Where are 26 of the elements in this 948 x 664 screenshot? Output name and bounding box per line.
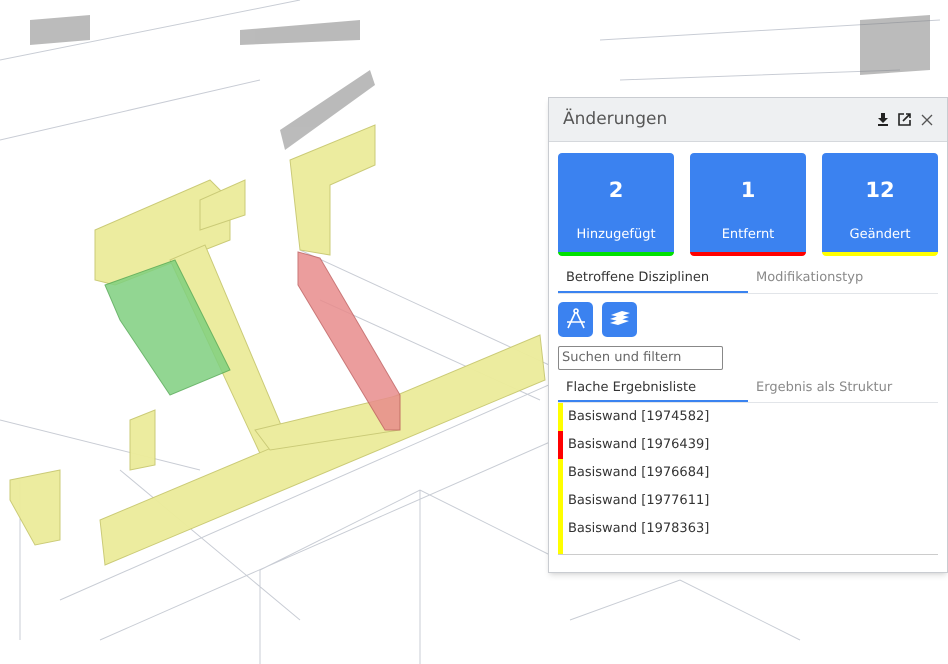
summary-card[interactable]: 2 Hinzugefügt [558, 153, 674, 256]
summary-card[interactable]: 1 Entfernt [690, 153, 806, 256]
result-item[interactable]: Basiswand [1974582] [568, 407, 710, 427]
count-value: 12 [865, 177, 895, 204]
tab[interactable]: Modifikationstyp [748, 268, 938, 292]
count-value: 2 [608, 177, 624, 204]
summary-card[interactable]: 12 Geändert [822, 153, 938, 256]
search-field[interactable]: Suchen und filtern [558, 346, 723, 370]
result-item[interactable]: Basiswand [1976684] [568, 463, 710, 483]
discipline-button[interactable] [558, 302, 593, 336]
tab[interactable]: Flache Ergebnisliste [558, 378, 748, 402]
tab[interactable]: Ergebnis als Struktur [748, 378, 938, 402]
card-label: Entfernt [722, 226, 774, 244]
count-value: 1 [740, 177, 756, 204]
card-label: Geändert [850, 226, 910, 244]
result-item[interactable]: Basiswand [1977611] [568, 491, 710, 511]
panel-title: Änderungen [563, 108, 668, 131]
card-label: Hinzugefügt [576, 226, 656, 244]
download-icon[interactable] [878, 113, 888, 126]
tab[interactable]: Betroffene Disziplinen [558, 268, 748, 292]
pop-out-icon[interactable] [898, 113, 911, 126]
result-item[interactable]: Basiswand [1978363] [568, 519, 710, 539]
result-item[interactable]: Basiswand [1976439] [568, 435, 710, 455]
compass-icon [564, 307, 586, 331]
discipline-button[interactable] [602, 302, 637, 336]
close-icon[interactable] [921, 114, 933, 126]
